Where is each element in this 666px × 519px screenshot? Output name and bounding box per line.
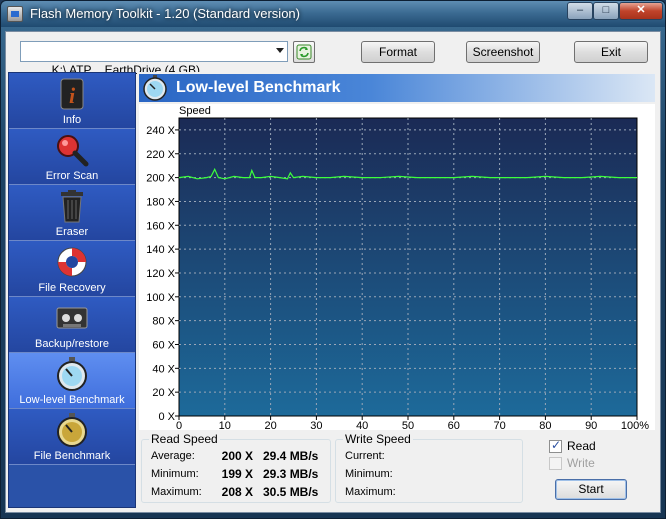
y-axis-title: Speed [179, 105, 211, 117]
average-x-value: 200 X [221, 449, 253, 463]
y-tick-label: 160 X [146, 220, 175, 232]
y-tick-label: 140 X [146, 244, 175, 256]
x-tick-label: 100% [621, 420, 649, 430]
trash-icon [61, 190, 83, 223]
tape-icon [56, 307, 88, 329]
format-button[interactable]: Format [361, 41, 435, 63]
info-icon: i [60, 78, 84, 110]
stopwatch-icon [57, 357, 87, 391]
y-tick-label: 0 X [158, 411, 175, 423]
start-button[interactable]: Start [555, 479, 627, 500]
maximize-button[interactable]: □ [593, 2, 619, 20]
sidebar-item-label: Low-level Benchmark [19, 394, 125, 406]
x-tick-label: 20 [264, 420, 276, 430]
x-tick-label: 90 [585, 420, 597, 430]
sidebar-item-label: Error Scan [45, 170, 99, 182]
section-header: Low-level Benchmark [139, 74, 655, 102]
y-tick-label: 220 X [146, 149, 175, 161]
drive-select[interactable]: K:\ ATP EarthDrive (4 GB) [20, 41, 288, 77]
exit-button[interactable]: Exit [574, 41, 648, 63]
sidebar-item-label: Info [62, 114, 82, 126]
x-tick-label: 60 [448, 420, 460, 430]
maximum-x-value: 208 X [221, 485, 253, 499]
write-checkbox-label[interactable]: Write [567, 456, 595, 470]
average-label: Average: [151, 450, 195, 462]
current-label: Current: [345, 450, 385, 462]
write-speed-group: Write Speed Current: Minimum: Maximum: [335, 432, 525, 504]
y-tick-label: 240 X [146, 125, 175, 137]
y-tick-label: 200 X [146, 173, 175, 185]
minimum-label: Minimum: [151, 468, 199, 480]
stopwatch-gold-icon [57, 413, 87, 447]
magnifier-icon [57, 135, 89, 167]
sidebar-item-label: File Recovery [38, 282, 106, 294]
x-tick-label: 30 [310, 420, 322, 430]
y-tick-label: 120 X [146, 268, 175, 280]
sidebar-item-error-scan[interactable]: Error Scan [9, 129, 135, 185]
y-tick-label: 80 X [152, 316, 175, 328]
close-button[interactable]: ✕ [619, 2, 663, 20]
sidebar: i Info Error Scan Eraser File Recovery B… [8, 72, 136, 508]
sidebar-item-file-benchmark[interactable]: File Benchmark [9, 409, 135, 465]
minimum-mb-value: 29.3 MB/s [263, 467, 319, 481]
sidebar-item-backup-restore[interactable]: Backup/restore [9, 297, 135, 353]
y-tick-label: 40 X [152, 363, 175, 375]
refresh-icon [296, 44, 312, 60]
svg-text:i: i [69, 83, 76, 108]
x-tick-label: 10 [219, 420, 231, 430]
sidebar-item-info[interactable]: i Info [9, 73, 135, 129]
average-mb-value: 29.4 MB/s [263, 449, 319, 463]
y-tick-label: 180 X [146, 196, 175, 208]
lifebuoy-icon [57, 247, 87, 277]
minimum-label: Minimum: [345, 468, 393, 480]
chevron-down-icon[interactable] [276, 48, 284, 53]
group-title: Read Speed [149, 432, 220, 446]
minimize-button[interactable]: – [567, 2, 593, 20]
x-tick-label: 40 [356, 420, 368, 430]
client-area: K:\ ATP EarthDrive (4 GB) Format Screens… [5, 31, 661, 513]
read-speed-group: Read Speed Average: 200 X 29.4 MB/s Mini… [141, 432, 331, 504]
y-tick-label: 20 X [152, 387, 175, 399]
chart-svg: Speed 0 X 20 X 40 X 60 X 80 X 100 X 120 X 140 X… [146, 105, 649, 430]
toolbar: K:\ ATP EarthDrive (4 GB) Format Screens… [6, 32, 660, 77]
x-tick-label: 80 [539, 420, 551, 430]
sidebar-item-label: Eraser [55, 226, 89, 238]
sidebar-item-eraser[interactable]: Eraser [9, 185, 135, 241]
refresh-button[interactable] [293, 41, 315, 63]
plot-area [178, 117, 638, 417]
y-tick-label: 60 X [152, 339, 175, 351]
maximum-mb-value: 30.5 MB/s [263, 485, 319, 499]
sidebar-item-label: File Benchmark [33, 450, 111, 462]
minimum-x-value: 199 X [221, 467, 253, 481]
stats-panel: Read Speed Average: 200 X 29.4 MB/s Mini… [139, 432, 655, 506]
read-checkbox-label[interactable]: Read [567, 439, 596, 453]
benchmark-chart: Speed 0 X 20 X 40 X 60 X 80 X 100 X 120 X 140 X… [139, 104, 655, 430]
window-title: Flash Memory Toolkit - 1.20 (Standard ve… [30, 6, 300, 21]
group-title: Write Speed [343, 432, 413, 446]
maximum-label: Maximum: [151, 486, 202, 498]
x-tick-label: 50 [402, 420, 414, 430]
sidebar-item-label: Backup/restore [35, 338, 109, 350]
sidebar-item-low-level-benchmark[interactable]: Low-level Benchmark [9, 353, 135, 409]
sidebar-item-file-recovery[interactable]: File Recovery [9, 241, 135, 297]
maximum-label: Maximum: [345, 486, 396, 498]
app-window: Flash Memory Toolkit - 1.20 (Standard ve… [0, 0, 666, 519]
y-tick-label: 100 X [146, 292, 175, 304]
write-checkbox[interactable] [549, 457, 562, 470]
title-bar[interactable]: Flash Memory Toolkit - 1.20 (Standard ve… [1, 1, 665, 27]
read-checkbox[interactable] [549, 438, 562, 453]
x-tick-label: 0 [176, 420, 182, 430]
x-tick-label: 70 [493, 420, 505, 430]
screenshot-button[interactable]: Screenshot [466, 41, 540, 63]
benchmark-controls: Read Write Start [535, 432, 655, 504]
main-panel: Low-level Benchmark Speed 0 X 20 X 40 X 60 … [137, 72, 657, 508]
page-title: Low-level Benchmark [176, 79, 341, 96]
app-icon[interactable] [7, 6, 23, 22]
stopwatch-icon [143, 75, 167, 101]
